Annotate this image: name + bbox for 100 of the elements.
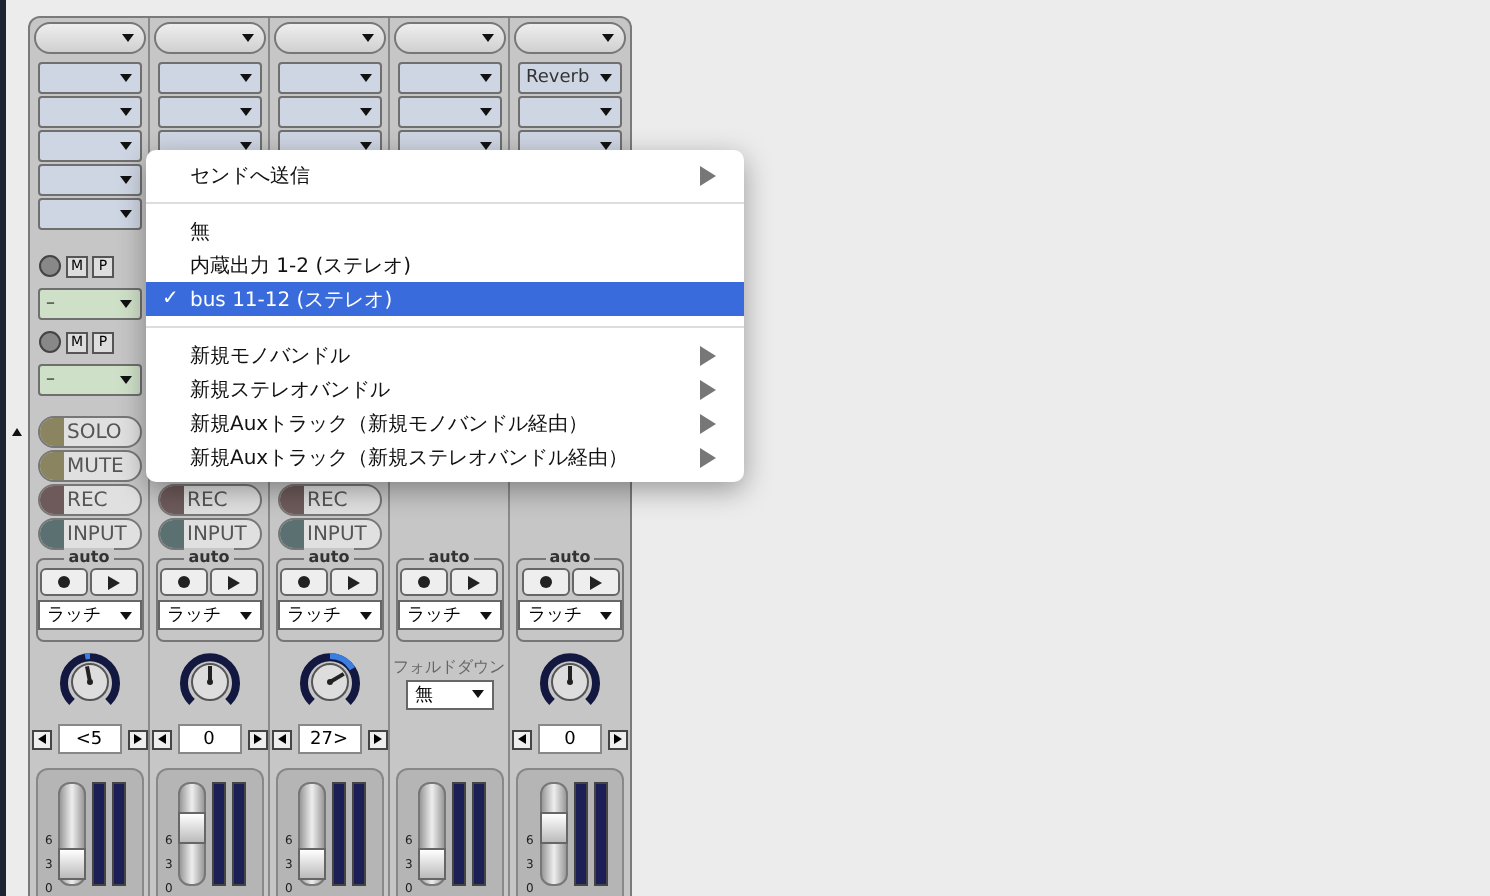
- record-button[interactable]: [280, 568, 328, 596]
- caret-icon: [119, 74, 131, 82]
- pan-value-field[interactable]: 0: [538, 724, 602, 754]
- send-selector[interactable]: [518, 96, 622, 128]
- send-selector[interactable]: [157, 62, 261, 94]
- insert-selector[interactable]: [33, 22, 145, 54]
- level-meter: [452, 782, 467, 886]
- play-button[interactable]: [330, 568, 378, 596]
- menu-item[interactable]: 新規モノバンドル: [146, 338, 744, 372]
- left-arrow-icon: [277, 734, 285, 744]
- track-toggle[interactable]: INPUT: [37, 518, 141, 550]
- pan-value-field[interactable]: <5: [57, 724, 121, 754]
- menu-item[interactable]: 新規Auxトラック（新規モノバンドル経由）: [146, 406, 744, 440]
- automation-mode-dropdown[interactable]: ラッチ: [37, 600, 141, 630]
- left-arrow-icon: [37, 734, 45, 744]
- menu-item[interactable]: センドへ送信: [146, 158, 744, 192]
- auto-label: auto: [64, 548, 114, 566]
- send-selector[interactable]: [37, 62, 141, 94]
- play-icon: [228, 575, 240, 589]
- send-output-selector[interactable]: –: [38, 288, 142, 320]
- automation-mode-dropdown[interactable]: ラッチ: [397, 600, 501, 630]
- send-level-knob[interactable]: [38, 330, 62, 354]
- decrement-button[interactable]: [31, 729, 51, 749]
- caret-icon: [119, 142, 131, 150]
- caret-icon: [239, 108, 251, 116]
- insert-selector[interactable]: [273, 22, 385, 54]
- track-toggle[interactable]: REC: [37, 484, 141, 516]
- caret-icon: [359, 74, 371, 82]
- increment-button[interactable]: [367, 729, 387, 749]
- menu-item[interactable]: 内蔵出力 1-2 (ステレオ): [146, 248, 744, 282]
- decrement-button[interactable]: [271, 729, 291, 749]
- automation-mode-dropdown[interactable]: ラッチ: [518, 600, 622, 630]
- menu-item[interactable]: ✓ bus 11-12 (ステレオ): [146, 282, 744, 316]
- increment-button[interactable]: [608, 729, 628, 749]
- fader-handle[interactable]: [298, 848, 327, 881]
- track-toggle[interactable]: INPUT: [157, 518, 261, 550]
- send-selector[interactable]: [37, 164, 141, 196]
- caret-icon: [239, 74, 251, 82]
- caret-icon: [119, 108, 131, 116]
- pan-value-field[interactable]: 0: [177, 724, 241, 754]
- play-button[interactable]: [210, 568, 258, 596]
- send-output-selector[interactable]: –: [38, 364, 142, 396]
- folddown-label: フォルドダウン: [393, 655, 505, 677]
- caret-icon: [120, 300, 132, 308]
- track-toggle[interactable]: SOLO: [37, 416, 141, 448]
- automation-mode-dropdown[interactable]: ラッチ: [277, 600, 381, 630]
- record-icon: [298, 576, 310, 588]
- decrement-button[interactable]: [512, 729, 532, 749]
- caret-icon: [361, 34, 373, 42]
- fader-handle[interactable]: [178, 812, 207, 845]
- decrement-button[interactable]: [151, 729, 171, 749]
- auto-label: auto: [184, 548, 234, 566]
- auto-label: auto: [304, 548, 354, 566]
- folddown-dropdown[interactable]: 無: [405, 679, 493, 709]
- caret-up-icon[interactable]: [12, 428, 22, 436]
- send-selector[interactable]: [37, 130, 141, 162]
- insert-selector[interactable]: [393, 22, 505, 54]
- send-selector[interactable]: [157, 96, 261, 128]
- send-name: Reverb: [526, 68, 590, 88]
- track-toggle[interactable]: MUTE: [37, 450, 141, 482]
- caret-icon: [471, 690, 483, 698]
- insert-selector[interactable]: [153, 22, 265, 54]
- left-arrow-icon: [518, 734, 526, 744]
- caret-icon: [600, 611, 612, 619]
- increment-button[interactable]: [247, 729, 267, 749]
- record-button[interactable]: [521, 568, 569, 596]
- send-selector[interactable]: [397, 96, 501, 128]
- fader-handle[interactable]: [58, 848, 87, 881]
- fader-handle[interactable]: [539, 812, 568, 845]
- fader-handle[interactable]: [418, 848, 447, 881]
- level-meter: [472, 782, 487, 886]
- send-selector[interactable]: [277, 62, 381, 94]
- send-level-knob[interactable]: [38, 254, 62, 278]
- caret-icon: [241, 34, 253, 42]
- auto-label: auto: [545, 548, 595, 566]
- increment-button[interactable]: [127, 729, 147, 749]
- track-toggle[interactable]: REC: [157, 484, 261, 516]
- menu-item[interactable]: 新規ステレオバンドル: [146, 372, 744, 406]
- track-toggle[interactable]: INPUT: [277, 518, 381, 550]
- right-arrow-icon: [614, 734, 622, 744]
- send-selector[interactable]: [277, 96, 381, 128]
- send-selector[interactable]: [37, 96, 141, 128]
- record-icon: [178, 576, 190, 588]
- record-button[interactable]: [160, 568, 208, 596]
- send-selector[interactable]: [37, 198, 141, 230]
- record-button[interactable]: [400, 568, 448, 596]
- track-toggle[interactable]: REC: [277, 484, 381, 516]
- insert-selector[interactable]: [514, 22, 626, 54]
- play-button[interactable]: [90, 568, 138, 596]
- menu-item[interactable]: 無: [146, 214, 744, 248]
- automation-mode-dropdown[interactable]: ラッチ: [157, 600, 261, 630]
- menu-item[interactable]: 新規Auxトラック（新規ステレオバンドル経由）: [146, 440, 744, 474]
- play-button[interactable]: [571, 568, 619, 596]
- pan-value-field[interactable]: 27>: [297, 724, 361, 754]
- record-button[interactable]: [40, 568, 88, 596]
- play-button[interactable]: [450, 568, 498, 596]
- send-selector[interactable]: Reverb: [518, 62, 622, 94]
- send-selector[interactable]: [397, 62, 501, 94]
- caret-icon: [119, 611, 131, 619]
- submenu-arrow-icon: [700, 165, 716, 185]
